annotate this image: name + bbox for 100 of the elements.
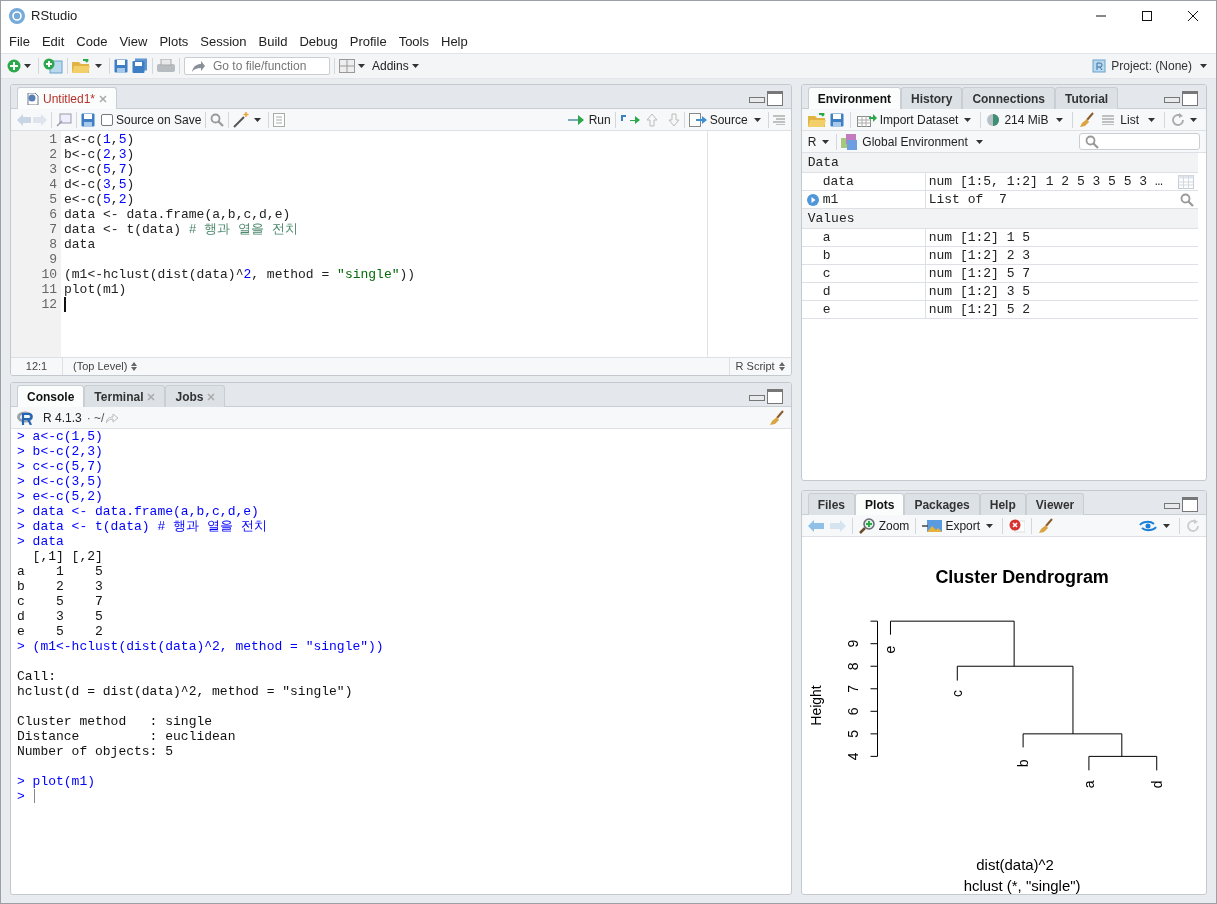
save-icon[interactable] [829, 112, 844, 127]
caret-icon[interactable] [1200, 64, 1207, 68]
menu-item[interactable]: File [3, 32, 36, 52]
caret-icon[interactable] [753, 117, 761, 122]
menu-item[interactable]: Edit [35, 32, 71, 52]
tab[interactable]: Jobs [165, 385, 226, 407]
working-directory[interactable]: · ~/ [86, 408, 105, 427]
new-project-icon[interactable] [43, 58, 63, 74]
cursor-position: 12:1 [11, 358, 63, 375]
arrow-icon [191, 60, 205, 72]
variable-name: d [822, 282, 831, 301]
menu-item[interactable]: View [113, 32, 154, 52]
tab[interactable]: Console [17, 385, 85, 407]
addins-menu[interactable]: Addins [372, 57, 422, 75]
menu-item[interactable]: Session [194, 32, 253, 52]
code-line: b<-c(2,3) [64, 147, 135, 162]
remove-plot-icon[interactable] [1009, 518, 1026, 533]
magic-wand-icon[interactable] [233, 111, 252, 128]
search-icon[interactable] [1085, 134, 1099, 149]
menu-item[interactable]: Help [435, 32, 474, 52]
output-text: Call: [17, 669, 56, 684]
menu-item[interactable]: Profile [343, 32, 393, 52]
caret-icon[interactable] [986, 523, 994, 528]
output-text: Number of objects: 5 [17, 744, 175, 759]
tab[interactable]: Untitled1* [17, 87, 118, 109]
caret-icon[interactable] [964, 117, 972, 122]
folder-icon[interactable] [807, 112, 828, 127]
broom-icon[interactable] [1079, 111, 1096, 128]
broom-icon[interactable] [768, 409, 785, 426]
document-outline-icon[interactable] [273, 112, 286, 127]
tab[interactable]: Packages [904, 493, 980, 515]
code-line: a<-c(1,5) [64, 132, 135, 147]
minimize-icon[interactable] [1164, 500, 1180, 509]
save-all-icon[interactable] [132, 58, 148, 74]
search-field[interactable] [1079, 133, 1200, 150]
show-window-icon[interactable] [56, 112, 72, 127]
environment-menu[interactable]: Global Environment [841, 132, 986, 151]
tab[interactable]: Viewer [1025, 493, 1085, 515]
run-button[interactable]: Run [567, 110, 611, 129]
tab[interactable]: Files [807, 493, 856, 515]
caret-icon[interactable] [822, 139, 830, 144]
search-icon[interactable] [1180, 192, 1194, 207]
tab[interactable]: Tutorial [1055, 87, 1119, 109]
code-line: c<-c(5,7) [64, 162, 135, 177]
minimize-icon[interactable] [748, 94, 765, 103]
menu-item[interactable]: Code [70, 32, 114, 52]
caret-icon[interactable] [1163, 523, 1170, 528]
memory-usage-button[interactable]: 214 MiB [987, 110, 1067, 129]
file-type-menu[interactable]: R Script [728, 358, 791, 375]
rerun-icon[interactable] [619, 113, 640, 126]
tab[interactable]: History [901, 87, 963, 109]
caret-icon[interactable] [1148, 117, 1155, 122]
caret-icon[interactable] [358, 64, 365, 68]
tab[interactable]: Help [979, 493, 1026, 515]
menu-item[interactable]: Debug [293, 32, 344, 52]
caret-icon[interactable] [411, 64, 419, 68]
export-button[interactable]: Export [922, 516, 997, 535]
menu-item[interactable]: Plots [153, 32, 195, 52]
updown-icon[interactable] [778, 362, 785, 371]
line-number: 6 [48, 207, 57, 222]
source-button[interactable]: Source [688, 110, 764, 129]
export-icon [922, 518, 943, 533]
language-menu[interactable]: R [807, 132, 833, 151]
save-icon[interactable] [114, 59, 128, 73]
caret-icon[interactable] [95, 64, 102, 68]
menu-item[interactable]: Tools [392, 32, 435, 52]
line-number: 1 [48, 132, 57, 147]
broom-icon[interactable] [1038, 517, 1055, 534]
expand-icon[interactable] [806, 193, 819, 206]
zoom-button[interactable]: Zoom [858, 516, 910, 535]
project-menu[interactable]: Project: (None) [1092, 57, 1210, 75]
caret-icon[interactable] [24, 64, 31, 68]
line-number: 3 [48, 162, 57, 177]
source-on-save-checkbox[interactable]: Source on Save [101, 110, 202, 129]
updown-icon[interactable] [131, 362, 138, 371]
leaf-label: a [1080, 780, 1097, 789]
view-menu[interactable]: List [1102, 110, 1158, 129]
tab[interactable]: Connections [962, 87, 1056, 109]
output-text: Cluster method : single [17, 714, 214, 729]
variable-name: a [822, 228, 831, 247]
minimize-icon[interactable] [1164, 94, 1180, 103]
search-icon[interactable] [210, 112, 225, 127]
minimize-icon[interactable] [748, 392, 765, 401]
caret-icon[interactable] [1056, 117, 1064, 122]
tab[interactable]: Terminal [84, 385, 166, 407]
project-icon [1092, 59, 1107, 73]
command-text: > b<-c(2,3) [17, 444, 103, 459]
save-icon[interactable] [81, 112, 95, 127]
import-dataset-button[interactable]: Import Dataset [856, 110, 975, 129]
close-icon[interactable] [99, 94, 108, 103]
section-header: Data [807, 153, 839, 172]
menu-item[interactable]: Build [252, 32, 294, 52]
scope-menu[interactable]: (Top Level) [63, 358, 138, 375]
caret-icon[interactable] [975, 139, 983, 144]
caret-icon[interactable] [1190, 117, 1197, 122]
refresh-icon[interactable] [1171, 112, 1185, 127]
tab[interactable]: Plots [855, 493, 905, 515]
search-field[interactable]: Go to file/function [184, 57, 330, 75]
tab[interactable]: Environment [807, 87, 902, 109]
caret-icon[interactable] [254, 117, 262, 122]
